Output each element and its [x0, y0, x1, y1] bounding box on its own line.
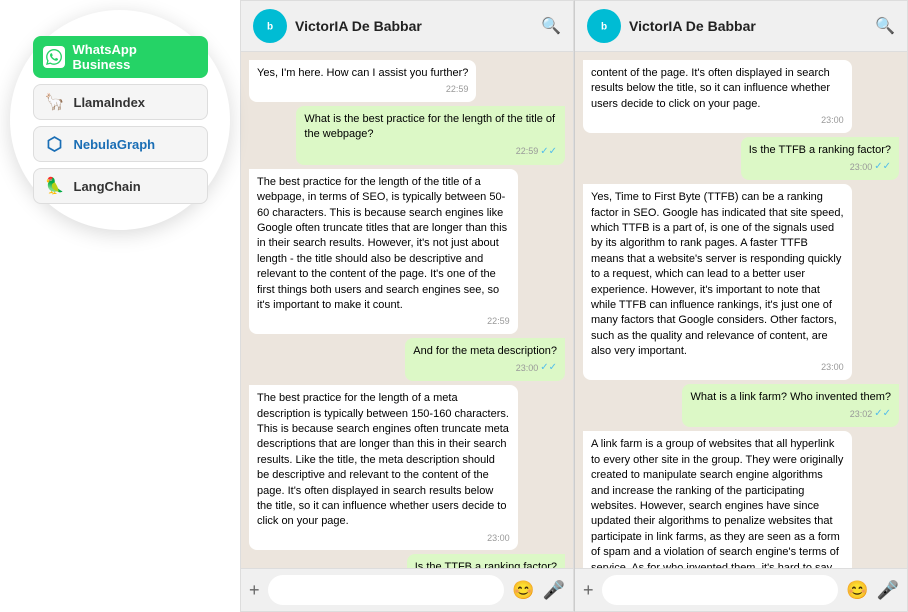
- main-content: b VictorIA De Babbar 🔍 Yes, I'm here. Ho…: [240, 0, 908, 612]
- llama-brand[interactable]: 🦙 LlamaIndex: [33, 84, 208, 120]
- nebula-icon: ⬡: [44, 133, 66, 155]
- msg-text: What is a link farm? Who invented them?: [690, 391, 891, 403]
- contact-name-1: VictorIA De Babbar: [295, 18, 533, 34]
- chat-footer-2: + 😊 🎤: [575, 568, 907, 611]
- msg-text: content of the page. It's often displaye…: [591, 67, 830, 110]
- mic-icon-1[interactable]: 🎤: [543, 580, 565, 601]
- nebula-brand[interactable]: ⬡ NebulaGraph: [33, 126, 208, 162]
- page-wrapper: WhatsApp Business 🦙 LlamaIndex ⬡ NebulaG…: [0, 0, 908, 612]
- chat-header-1: b VictorIA De Babbar 🔍: [241, 1, 573, 52]
- whatsapp-label: WhatsApp Business: [73, 42, 198, 72]
- chat-messages-1: Yes, I'm here. How can I assist you furt…: [241, 52, 573, 568]
- whatsapp-brand[interactable]: WhatsApp Business: [33, 36, 208, 78]
- msg-text: A link farm is a group of websites that …: [591, 438, 843, 568]
- chat-panel-1: b VictorIA De Babbar 🔍 Yes, I'm here. Ho…: [240, 0, 574, 612]
- svg-text:b: b: [267, 21, 273, 32]
- msg-text: Yes, I'm here. How can I assist you furt…: [257, 67, 468, 79]
- emoji-icon-2[interactable]: 😊: [846, 580, 868, 601]
- svg-text:b: b: [601, 21, 607, 32]
- add-icon-1[interactable]: +: [249, 580, 260, 601]
- llama-label: LlamaIndex: [74, 95, 146, 110]
- chat-header-2: b VictorIA De Babbar 🔍: [575, 1, 907, 52]
- langchain-icon: 🦜: [44, 175, 66, 197]
- whatsapp-icon: [43, 46, 65, 68]
- contact-name-2: VictorIA De Babbar: [629, 18, 867, 34]
- chat-panel-2: b VictorIA De Babbar 🔍 content of the pa…: [574, 0, 908, 612]
- langchain-label: LangChain: [74, 179, 141, 194]
- add-icon-2[interactable]: +: [583, 580, 594, 601]
- chat-input-1[interactable]: [268, 575, 505, 605]
- avatar-2: b: [587, 9, 621, 43]
- msg-text: The best practice for the length of a me…: [257, 392, 509, 527]
- msg-1-4: And for the meta description? 23:00✓✓: [405, 338, 565, 381]
- search-icon-2[interactable]: 🔍: [875, 16, 895, 36]
- mic-icon-2[interactable]: 🎤: [877, 580, 899, 601]
- msg-2-2: Is the TTFB a ranking factor? 23:00✓✓: [741, 137, 899, 180]
- search-icon-1[interactable]: 🔍: [541, 16, 561, 36]
- chat-footer-1: + 😊 🎤: [241, 568, 573, 611]
- msg-1-5: The best practice for the length of a me…: [249, 385, 518, 550]
- msg-text: And for the meta description?: [413, 345, 557, 357]
- emoji-icon-1[interactable]: 😊: [512, 580, 534, 601]
- msg-text: Yes, Time to First Byte (TTFB) can be a …: [591, 191, 844, 357]
- msg-text: Is the TTFB a ranking factor?: [749, 144, 891, 156]
- msg-2-4: What is a link farm? Who invented them? …: [682, 384, 899, 427]
- langchain-brand[interactable]: 🦜 LangChain: [33, 168, 208, 204]
- msg-1-6: Is the TTFB a ranking factor? 23:00✓✓: [407, 554, 565, 568]
- msg-text: Is the TTFB a ranking factor?: [415, 561, 557, 568]
- nebula-label: NebulaGraph: [74, 137, 156, 152]
- chat-messages-2: content of the page. It's often displaye…: [575, 52, 907, 568]
- msg-2-5: A link farm is a group of websites that …: [583, 431, 852, 568]
- llama-icon: 🦙: [44, 91, 66, 113]
- msg-2-1: content of the page. It's often displaye…: [583, 60, 852, 133]
- msg-1-2: What is the best practice for the length…: [296, 106, 565, 165]
- msg-text: The best practice for the length of the …: [257, 176, 507, 311]
- msg-1-3: The best practice for the length of the …: [249, 169, 518, 334]
- msg-1-1: Yes, I'm here. How can I assist you furt…: [249, 60, 476, 102]
- msg-text: What is the best practice for the length…: [304, 113, 555, 140]
- avatar-1: b: [253, 9, 287, 43]
- chat-input-2[interactable]: [602, 575, 839, 605]
- brand-logos-circle: WhatsApp Business 🦙 LlamaIndex ⬡ NebulaG…: [10, 10, 230, 230]
- msg-2-3: Yes, Time to First Byte (TTFB) can be a …: [583, 184, 852, 380]
